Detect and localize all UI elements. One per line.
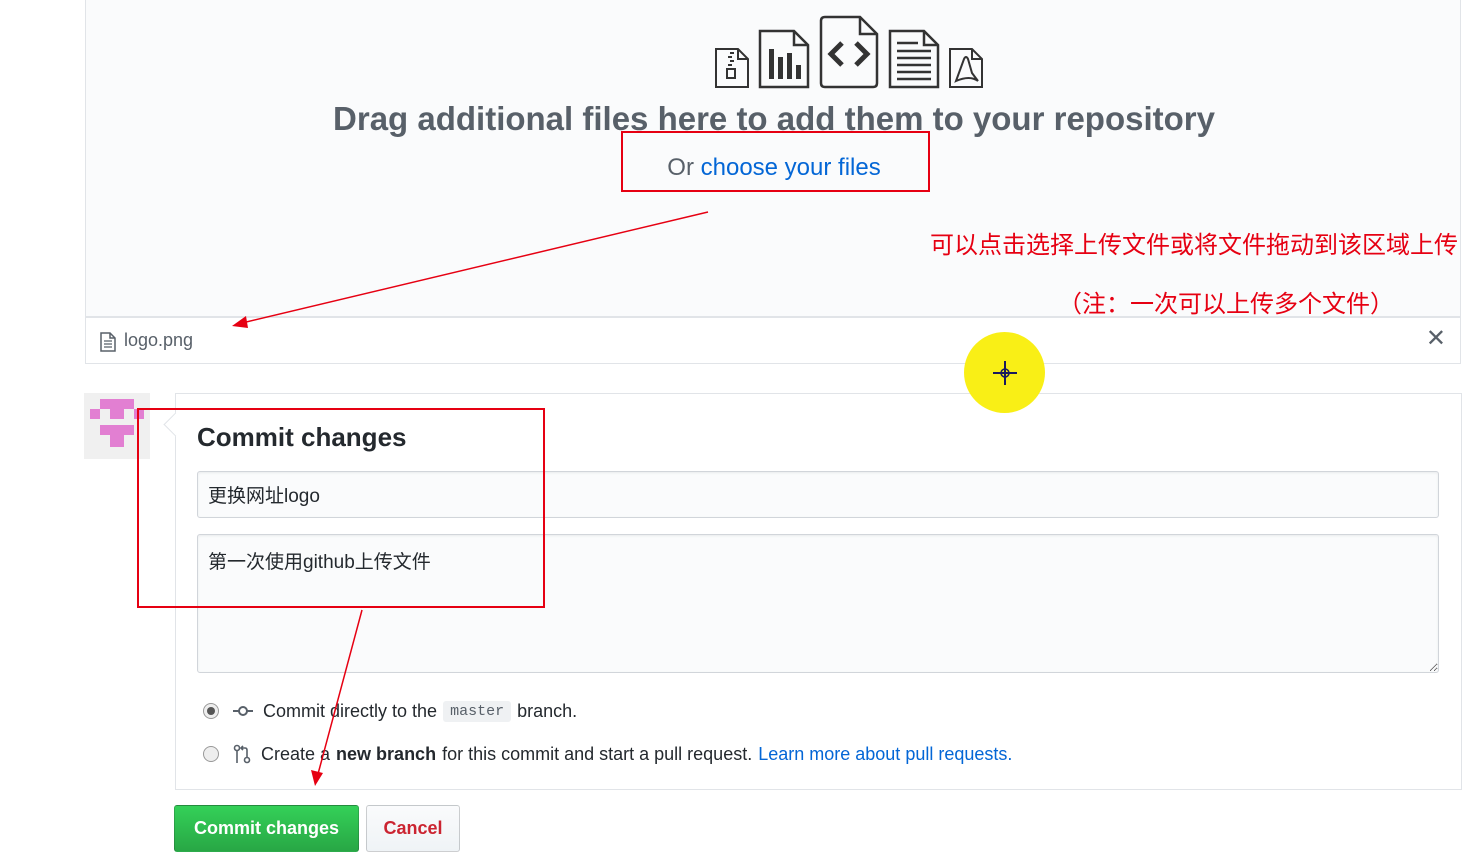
crosshair-cursor-icon <box>993 361 1017 385</box>
annotation-arrow-to-commit <box>317 609 363 775</box>
annotation-arrowhead-commit <box>311 770 323 786</box>
annotation-arrow-to-file <box>241 211 709 324</box>
cursor-highlight <box>964 332 1045 413</box>
annotation-arrowhead-file <box>232 316 248 328</box>
annotation-text: 可以点击选择上传文件或将文件拖动到该区域上传 <box>930 231 1458 259</box>
annotation-note: （注：一次可以上传多个文件） <box>1058 290 1394 318</box>
annotation-arrows <box>232 211 709 786</box>
